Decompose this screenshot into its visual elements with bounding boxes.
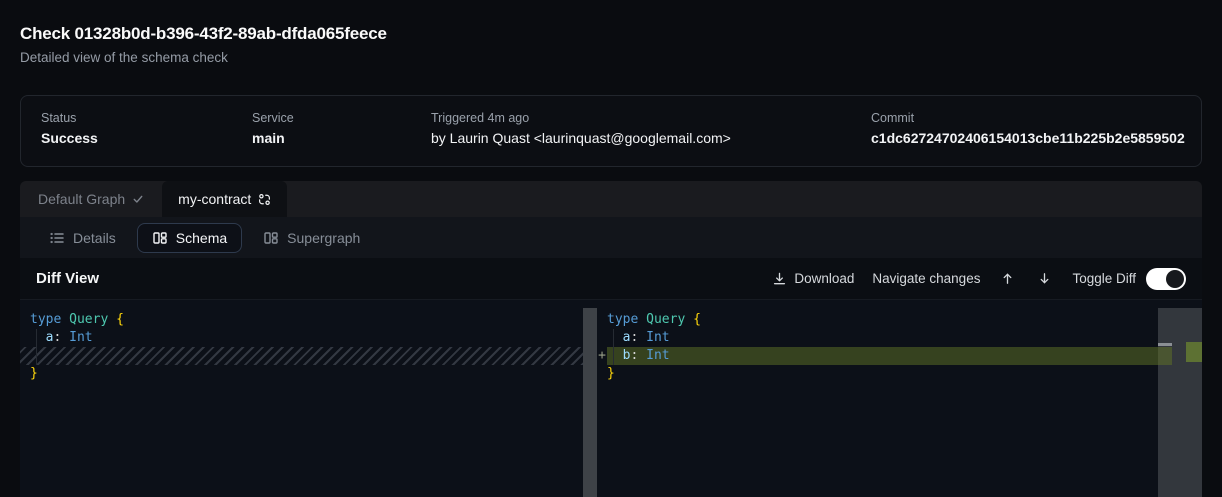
commit-cell: Commit c1dc62724702406154013cbe11b225b2e… bbox=[871, 111, 1185, 146]
indent-guide bbox=[613, 329, 614, 365]
toggle-diff-switch[interactable] bbox=[1146, 268, 1186, 290]
page-subtitle: Detailed view of the schema check bbox=[20, 50, 387, 65]
next-change-button[interactable] bbox=[1035, 271, 1054, 286]
indent-guide bbox=[36, 329, 37, 365]
arrow-down-icon bbox=[1037, 271, 1052, 286]
arrow-up-icon bbox=[1000, 271, 1015, 286]
toggle-diff-group: Toggle Diff bbox=[1072, 268, 1186, 290]
code-line: type Query { bbox=[607, 311, 1158, 329]
view-tab-supergraph[interactable]: Supergraph bbox=[250, 223, 373, 253]
service-value: main bbox=[252, 130, 294, 146]
graph-tab-strip: Default Graph my-contract bbox=[20, 181, 1202, 217]
diff-editor: type Query { a: Int} + type Query { a: I… bbox=[20, 300, 1202, 497]
code-line: } bbox=[30, 365, 583, 383]
diff-controls: Download Navigate changes bbox=[772, 268, 1186, 290]
check-icon bbox=[132, 193, 144, 205]
service-cell: Service main bbox=[252, 111, 294, 146]
triggered-cell: Triggered 4m ago by Laurin Quast <laurin… bbox=[431, 111, 731, 146]
code-line: a: Int bbox=[607, 329, 1158, 347]
check-detail-panel: Details Schema bbox=[20, 217, 1202, 497]
minimap[interactable] bbox=[1158, 308, 1202, 497]
columns-icon bbox=[263, 230, 279, 246]
code-line: a: Int bbox=[30, 329, 583, 347]
download-icon bbox=[772, 271, 787, 286]
diff-editor-original[interactable]: type Query { a: Int} bbox=[20, 300, 583, 497]
view-tab-schema[interactable]: Schema bbox=[137, 223, 242, 253]
diff-added-line: b: Int bbox=[607, 347, 1158, 365]
minimap-line-tick bbox=[1158, 343, 1172, 346]
download-button[interactable]: Download bbox=[772, 271, 854, 286]
commit-label: Commit bbox=[871, 111, 1185, 125]
view-tab-schema-label: Schema bbox=[176, 230, 227, 246]
status-cell: Status Success bbox=[41, 111, 98, 146]
contract-icon bbox=[258, 193, 271, 206]
download-label: Download bbox=[794, 271, 854, 286]
editor-scrollbar[interactable] bbox=[583, 308, 597, 497]
columns-icon bbox=[152, 230, 168, 246]
summary-card: Status Success Service main Triggered 4m… bbox=[20, 95, 1202, 167]
previous-change-button[interactable] bbox=[998, 271, 1017, 286]
page-title: Check 01328b0d-b396-43f2-89ab-dfda065fee… bbox=[20, 24, 387, 44]
view-tab-details-label: Details bbox=[73, 230, 116, 246]
triggered-value: by Laurin Quast <laurinquast@googlemail.… bbox=[431, 130, 731, 146]
toggle-diff-label: Toggle Diff bbox=[1072, 271, 1136, 286]
diff-toolbar: Diff View Download Navigate changes bbox=[20, 258, 1202, 300]
view-tab-details[interactable]: Details bbox=[36, 223, 129, 253]
page-header: Check 01328b0d-b396-43f2-89ab-dfda065fee… bbox=[20, 24, 387, 65]
schema-check-page: Check 01328b0d-b396-43f2-89ab-dfda065fee… bbox=[0, 0, 1222, 497]
view-tab-row: Details Schema bbox=[20, 217, 1202, 258]
graph-tab-default[interactable]: Default Graph bbox=[20, 181, 162, 217]
list-icon bbox=[49, 230, 65, 246]
minimap-added-under bbox=[1158, 347, 1172, 365]
status-label: Status bbox=[41, 111, 98, 125]
code-line: } bbox=[607, 365, 1158, 383]
diff-editor-modified[interactable]: type Query { a: Int b: Int} bbox=[597, 300, 1158, 497]
graph-tab-default-label: Default Graph bbox=[38, 191, 125, 207]
graph-tab-contract[interactable]: my-contract bbox=[162, 181, 287, 217]
minimap-added-marker bbox=[1186, 342, 1202, 362]
diff-placeholder-line bbox=[20, 347, 583, 365]
code-line: type Query { bbox=[30, 311, 583, 329]
triggered-label: Triggered 4m ago bbox=[431, 111, 731, 125]
navigate-changes-label: Navigate changes bbox=[872, 271, 980, 286]
view-tab-supergraph-label: Supergraph bbox=[287, 230, 360, 246]
commit-value: c1dc62724702406154013cbe11b225b2e5859502 bbox=[871, 130, 1185, 146]
diff-view-title: Diff View bbox=[36, 270, 99, 287]
service-label: Service bbox=[252, 111, 294, 125]
toggle-diff-knob bbox=[1166, 270, 1184, 288]
status-value: Success bbox=[41, 130, 98, 146]
graph-tab-contract-label: my-contract bbox=[178, 191, 251, 207]
